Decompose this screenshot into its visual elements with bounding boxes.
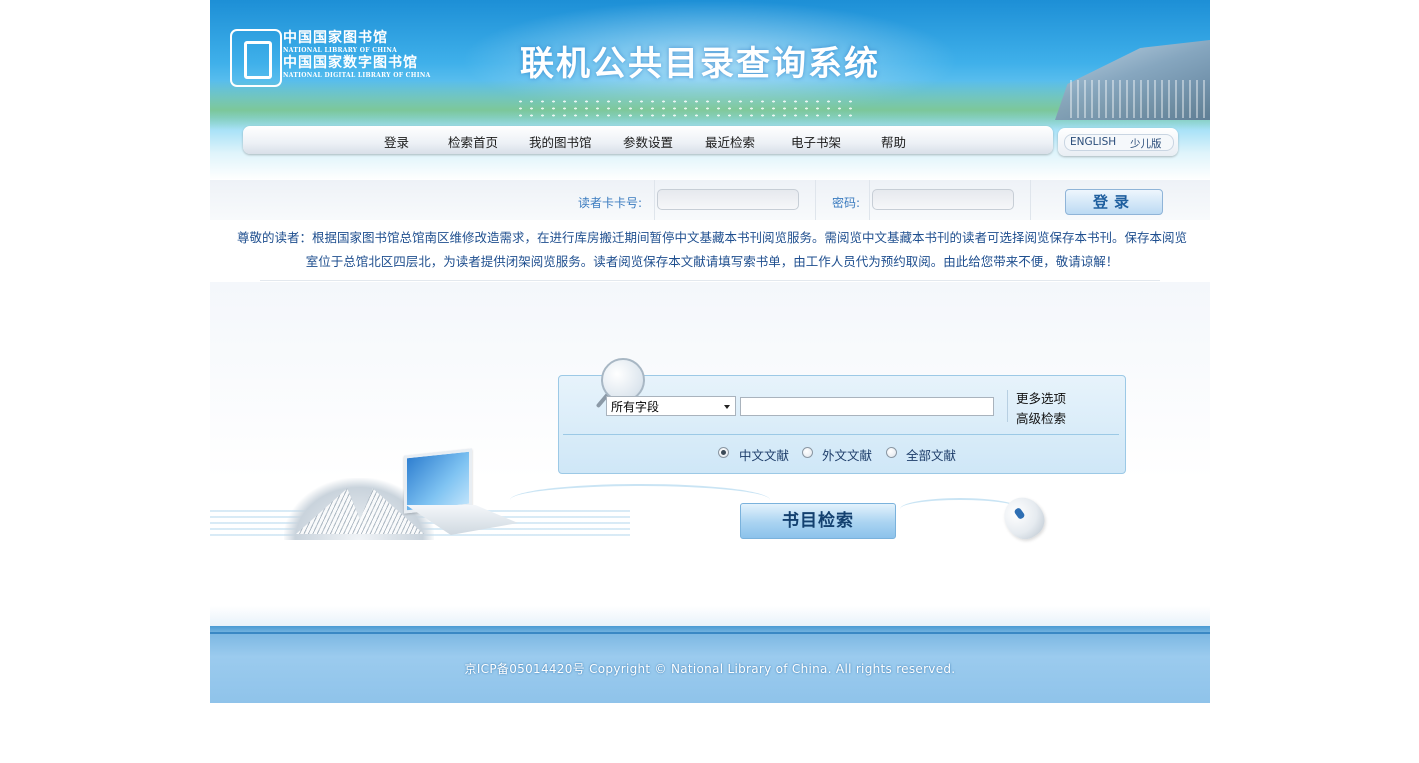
logo-name-cn-1: 中国国家图书馆 xyxy=(283,30,388,46)
decor-curve xyxy=(510,484,770,516)
panel-divider xyxy=(563,434,1119,435)
divider xyxy=(869,180,870,220)
scope-label-all[interactable]: 全部文献 xyxy=(906,445,956,464)
catalog-search-button[interactable]: 书目检索 xyxy=(740,503,896,539)
nav-search-home[interactable]: 检索首页 xyxy=(448,132,498,151)
language-switch: ENGLISH 少儿版 xyxy=(1058,128,1178,156)
main-nav: 登录 检索首页 我的图书馆 参数设置 最近检索 电子书架 帮助 xyxy=(243,126,1053,154)
password-label: 密码: xyxy=(832,196,861,210)
search-field-select[interactable]: 所有字段 xyxy=(606,396,736,416)
logo-glyph xyxy=(244,41,272,79)
divider xyxy=(654,180,655,220)
notice-text: 尊敬的读者：根据国家图书馆总馆南区维修改造需求，在进行库房搬迁期间暂停中文基藏本… xyxy=(236,230,1187,269)
footer-fade xyxy=(210,606,1210,626)
divider xyxy=(1030,180,1031,220)
advanced-search-link[interactable]: 高级检索 xyxy=(1016,408,1066,427)
password-input[interactable] xyxy=(872,189,1014,210)
library-logo-icon[interactable] xyxy=(230,29,282,87)
scope-label-chinese[interactable]: 中文文献 xyxy=(739,445,789,464)
banner-dots xyxy=(515,98,855,118)
notice-divider xyxy=(260,280,1160,281)
scope-radio-all[interactable] xyxy=(886,447,897,458)
nav-recent-searches[interactable]: 最近检索 xyxy=(705,132,755,151)
nav-login[interactable]: 登录 xyxy=(384,132,409,151)
lang-kids-link[interactable]: 少儿版 xyxy=(1130,136,1162,151)
card-number-input[interactable] xyxy=(657,189,799,210)
more-options-link[interactable]: 更多选项 xyxy=(1016,388,1066,407)
logo-text: 中国国家图书馆 NATIONAL LIBRARY OF CHINA 中国国家数字… xyxy=(283,30,431,80)
nav-my-library[interactable]: 我的图书馆 xyxy=(529,132,592,151)
laptop-icon xyxy=(404,448,472,514)
scope-label-foreign[interactable]: 外文文献 xyxy=(822,445,872,464)
footer-line xyxy=(210,632,1210,634)
nav-e-bookshelf[interactable]: 电子书架 xyxy=(791,132,841,151)
card-number-label: 读者卡卡号: xyxy=(578,196,643,210)
page: 中国国家图书馆 NATIONAL LIBRARY OF CHINA 中国国家数字… xyxy=(210,0,1210,703)
options-divider xyxy=(1007,390,1008,422)
login-button[interactable]: 登录 xyxy=(1065,189,1163,215)
logo-name-en-2: NATIONAL DIGITAL LIBRARY OF CHINA xyxy=(283,72,431,79)
decor-curve xyxy=(900,498,1020,520)
nav-help[interactable]: 帮助 xyxy=(881,132,906,151)
library-building-windows xyxy=(1070,80,1210,118)
copyright-text: 京ICP备05014420号 Copyright © National Libr… xyxy=(464,662,956,676)
scope-radio-foreign[interactable] xyxy=(802,447,813,458)
login-bar: 读者卡卡号: 密码: 登录 xyxy=(210,180,1210,220)
scope-radio-chinese[interactable] xyxy=(718,447,729,458)
lang-english-link[interactable]: ENGLISH xyxy=(1070,136,1116,148)
logo-name-en-1: NATIONAL LIBRARY OF CHINA xyxy=(283,47,398,54)
search-input[interactable] xyxy=(740,397,994,416)
search-field-selected: 所有字段 xyxy=(611,400,660,414)
divider xyxy=(815,180,816,220)
system-title: 联机公共目录查询系统 xyxy=(520,44,880,84)
logo-name-cn-2: 中国国家数字图书馆 xyxy=(283,55,418,71)
chevron-down-icon xyxy=(724,405,730,409)
nav-settings[interactable]: 参数设置 xyxy=(623,132,673,151)
